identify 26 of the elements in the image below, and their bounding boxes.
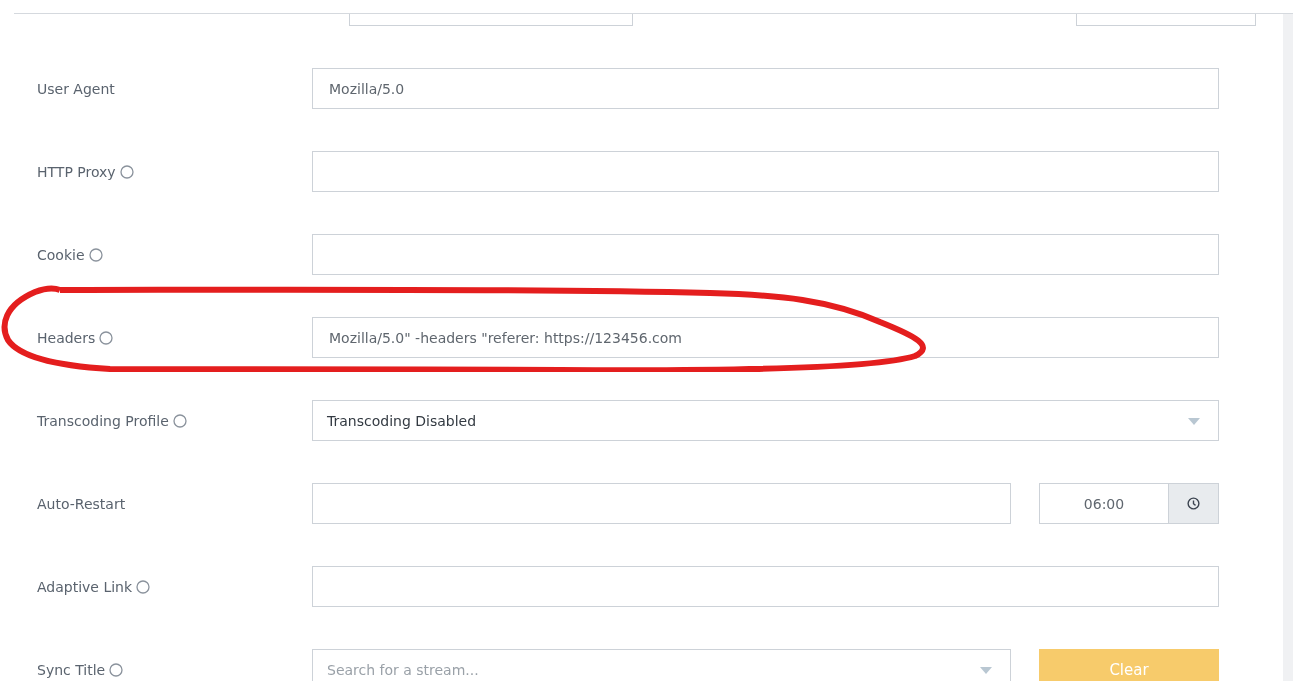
info-icon[interactable] [99, 330, 114, 345]
scrollbar-track[interactable] [1283, 14, 1293, 681]
field-label: User Agent [37, 80, 115, 97]
input-field[interactable] [349, 14, 633, 26]
info-icon[interactable] [136, 579, 151, 594]
field-label: Sync Title [37, 661, 106, 678]
caret-icon [980, 667, 992, 674]
input-field[interactable] [312, 483, 1011, 524]
info-icon[interactable] [109, 662, 124, 677]
input-field[interactable] [312, 234, 1219, 275]
input-field[interactable] [312, 566, 1219, 607]
info-icon[interactable] [88, 247, 103, 262]
field-label: Transcoding Profile [37, 412, 169, 429]
input-field[interactable]: Mozilla/5.0" -headers "referer: https://123456.com [312, 317, 1219, 358]
input-field[interactable] [312, 151, 1219, 192]
field-label: HTTP Proxy [37, 163, 116, 180]
field-label: Headers [37, 329, 96, 346]
input-field[interactable] [1076, 14, 1256, 26]
caret-icon [1188, 418, 1200, 425]
field-label: Auto-Restart [37, 495, 126, 512]
input-field[interactable]: Mozilla/5.0 [312, 68, 1219, 109]
info-icon[interactable] [172, 413, 187, 428]
info-icon[interactable] [119, 164, 134, 179]
select-field[interactable]: Transcoding Disabled [312, 400, 1219, 441]
field-label: Adaptive Link [37, 578, 133, 595]
field-label: Cookie [37, 246, 85, 263]
